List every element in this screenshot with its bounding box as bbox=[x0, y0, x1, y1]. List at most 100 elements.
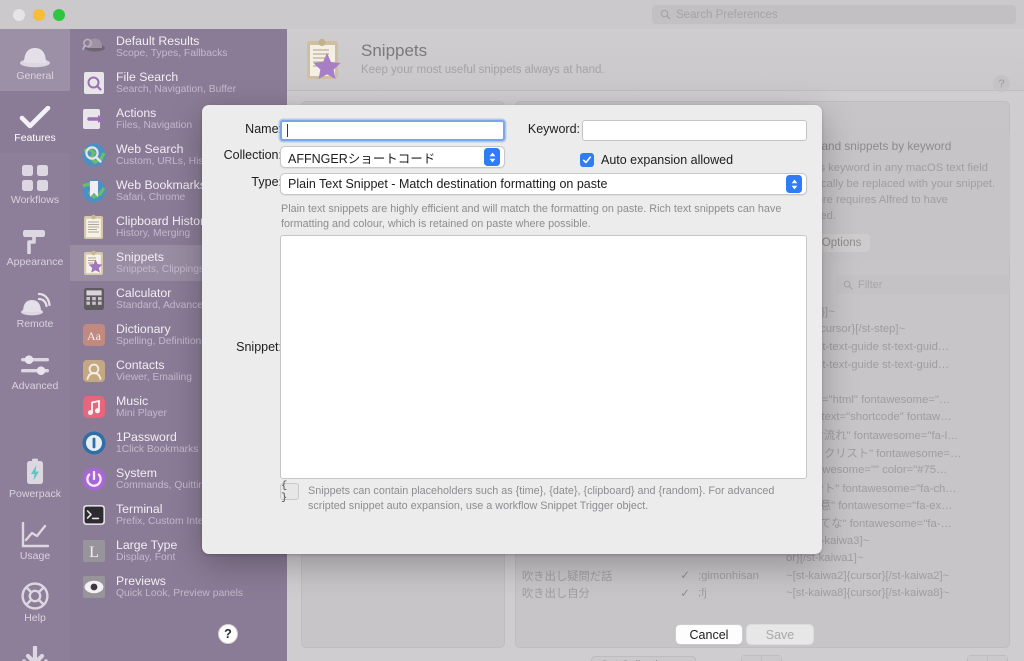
feature-item-default-results[interactable]: Default Results Scope, Types, Fallbacks bbox=[70, 29, 287, 65]
snippet-text: ~[st-kaiwa2]{cursor}[/st-kaiwa2]~ bbox=[786, 569, 950, 582]
feature-subtitle: Viewer, Emailing bbox=[116, 371, 192, 383]
feature-subtitle: History, Merging bbox=[116, 227, 191, 239]
page-title: Snippets bbox=[361, 41, 428, 61]
table-row[interactable]: 吹き出し疑問だ話 ✓ ;gimonhisan ~[st-kaiwa2]{cursor}… bbox=[516, 567, 1009, 585]
rail-item-general[interactable]: General bbox=[0, 29, 70, 91]
clipboard-icon bbox=[81, 214, 107, 240]
battery-bolt-icon bbox=[23, 456, 47, 486]
snippets-icon bbox=[81, 250, 107, 276]
collection-label-wrap: Collection: bbox=[202, 148, 282, 162]
feature-title: Calculator bbox=[116, 285, 172, 300]
search-icon bbox=[660, 9, 671, 20]
feature-subtitle: Scope, Types, Fallbacks bbox=[116, 47, 228, 59]
svg-text:L: L bbox=[89, 544, 99, 561]
feature-subtitle: Quick Look, Preview panels bbox=[116, 587, 244, 599]
rail-label: Usage bbox=[19, 550, 51, 563]
feature-subtitle: Safari, Chrome bbox=[116, 191, 186, 203]
collection-value: AFFNGERショートコード bbox=[288, 151, 436, 166]
feature-title: Dictionary bbox=[116, 321, 171, 336]
feature-title: Web Bookmarks bbox=[116, 177, 206, 192]
rail-item-features[interactable]: Features bbox=[0, 91, 70, 153]
paint-roller-icon bbox=[20, 224, 50, 255]
feature-title: File Search bbox=[116, 69, 179, 84]
rail-item-update[interactable]: Update bbox=[0, 633, 70, 661]
sliders-icon bbox=[20, 348, 50, 378]
rail-label: Remote bbox=[16, 318, 54, 331]
placeholder-insert-button[interactable]: { } bbox=[280, 480, 299, 504]
actions-icon bbox=[81, 106, 107, 132]
feature-subtitle: Snippets, Clippings bbox=[116, 263, 205, 275]
lifering-icon bbox=[21, 580, 49, 610]
rail-spacer bbox=[0, 401, 70, 447]
cancel-button[interactable]: Cancel bbox=[675, 624, 743, 645]
system-icon bbox=[81, 466, 107, 492]
feature-subtitle: Files, Navigation bbox=[116, 119, 193, 131]
feature-item-previews[interactable]: Previews Quick Look, Preview panels bbox=[70, 569, 287, 605]
alfred-preferences-window: Search Preferences General Features Work… bbox=[0, 0, 1024, 661]
type-select[interactable]: Plain Text Snippet - Match destination f… bbox=[280, 173, 807, 195]
add-snippet-button[interactable]: + bbox=[967, 655, 988, 661]
search-preferences-input[interactable]: Search Preferences bbox=[652, 5, 1016, 24]
snippet-name: 吹き出し自分 bbox=[522, 588, 590, 601]
feature-subtitle: Display, Font bbox=[116, 551, 176, 563]
rail-item-appearance[interactable]: Appearance bbox=[0, 215, 70, 277]
keyword-label-wrap: Keyword: bbox=[502, 122, 580, 136]
filter-placeholder: Filter bbox=[858, 278, 883, 291]
snippet-text: or}[/st-kaiwa1]~ bbox=[786, 552, 864, 565]
name-label-wrap: Name: bbox=[202, 122, 282, 136]
feature-item-file-search[interactable]: File Search Search, Navigation, Buffer bbox=[70, 65, 287, 101]
snippet-textarea[interactable] bbox=[280, 235, 807, 479]
page-help-button[interactable]: ? bbox=[993, 75, 1010, 92]
auto-expansion-checkbox[interactable]: Auto expansion allowed bbox=[580, 153, 733, 167]
snippet-enabled[interactable]: ✓ bbox=[672, 569, 698, 582]
1password-icon bbox=[81, 430, 107, 456]
name-input[interactable] bbox=[280, 120, 505, 141]
rail-item-advanced[interactable]: Advanced bbox=[0, 339, 70, 401]
checkmark-icon bbox=[19, 100, 51, 130]
rail-item-powerpack[interactable]: Powerpack bbox=[0, 447, 70, 509]
filter-input[interactable]: Filter bbox=[836, 275, 1010, 294]
file-search-icon bbox=[81, 70, 107, 96]
feature-title: System bbox=[116, 465, 157, 480]
feature-subtitle: Search, Navigation, Buffer bbox=[116, 83, 237, 95]
get-collections-button[interactable]: Get Collections… bbox=[591, 656, 697, 661]
previews-icon bbox=[81, 574, 107, 600]
snippet-text: ~[st-kaiwa8]{cursor}[/st-kaiwa8]~ bbox=[786, 587, 950, 600]
collections-add-remove: + − bbox=[741, 655, 782, 661]
table-row[interactable]: 吹き出し自分 ✓ ;fj ~[st-kaiwa8]{cursor}[/st-kaiwa… bbox=[516, 585, 1009, 603]
feature-title: Contacts bbox=[116, 357, 165, 372]
save-button[interactable]: Save bbox=[746, 624, 814, 645]
placeholder-help-text: Snippets can contain placeholders such a… bbox=[308, 485, 775, 513]
remove-collection-button[interactable]: − bbox=[761, 655, 782, 661]
svg-text:Aa: Aa bbox=[87, 329, 102, 343]
close-button[interactable] bbox=[13, 8, 25, 21]
rail-label: Features bbox=[14, 132, 56, 145]
minimize-button[interactable] bbox=[33, 8, 45, 21]
page-header: Snippets Keep your most useful snippets … bbox=[287, 29, 1024, 92]
snippet-editor-dialog: Name: Keyword: Collection: AFFNGERショートコー… bbox=[202, 105, 822, 645]
add-collection-button[interactable]: + bbox=[741, 655, 762, 661]
rail-item-workflows[interactable]: Workflows bbox=[0, 153, 70, 215]
contacts-icon bbox=[81, 358, 107, 384]
rail-item-usage[interactable]: Usage bbox=[0, 509, 70, 571]
keyword-input[interactable] bbox=[582, 120, 807, 141]
terminal-icon bbox=[81, 502, 107, 528]
default-results-icon bbox=[81, 34, 107, 60]
collection-select[interactable]: AFFNGERショートコード bbox=[280, 146, 505, 168]
snippet-enabled[interactable]: ✓ bbox=[672, 587, 698, 600]
rail-item-help[interactable]: Help bbox=[0, 571, 70, 633]
checkbox-box[interactable] bbox=[580, 153, 594, 167]
category-rail: General Features Workflows Appearance Re bbox=[0, 29, 70, 661]
snippets-add-remove: + − bbox=[967, 655, 1008, 661]
feature-subtitle: Commands, Quitting bbox=[116, 479, 210, 491]
rail-label: Workflows bbox=[10, 194, 60, 207]
rail-label: General bbox=[16, 70, 54, 83]
remove-snippet-button[interactable]: − bbox=[987, 655, 1008, 661]
dialog-help-button[interactable]: ? bbox=[218, 624, 238, 644]
titlebar: Search Preferences bbox=[0, 0, 1024, 29]
feature-title: Music bbox=[116, 393, 149, 408]
rail-item-remote[interactable]: Remote bbox=[0, 277, 70, 339]
snippet-label: Snippet: bbox=[236, 340, 282, 354]
text-caret bbox=[287, 124, 288, 137]
zoom-button[interactable] bbox=[53, 8, 65, 21]
